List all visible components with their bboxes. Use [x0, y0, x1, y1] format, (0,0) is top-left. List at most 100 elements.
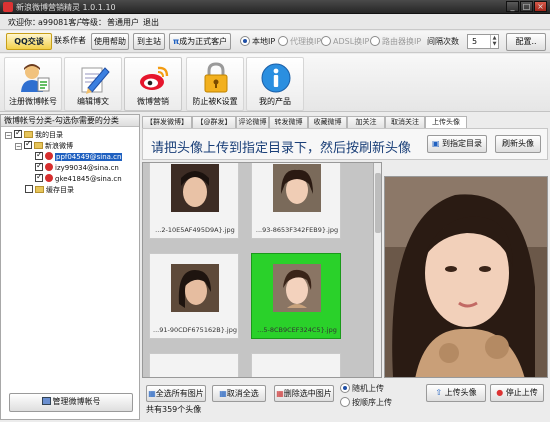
cancel-select-button[interactable]: ▦取消全选 [212, 385, 266, 402]
tab-mention-mass[interactable]: 【@群发】 [192, 116, 236, 128]
tab-comment[interactable]: 评论微博 [236, 116, 269, 128]
tool-my-products[interactable]: 我的产品 [246, 57, 304, 111]
radio-router-ip-label: 路由器换IP [382, 37, 422, 46]
stop-upload-label: 停止上传 [505, 388, 538, 397]
logout-link[interactable]: 退出 [143, 17, 159, 28]
root-checkbox[interactable] [14, 128, 22, 138]
avatar-filename: ...91-90CDF675162B}.jpg [153, 326, 237, 334]
window-title: 新浪微博营销精灵 1.0.1.10 [16, 3, 116, 12]
select-all-label: 全选所有图片 [155, 389, 204, 398]
tab-follow[interactable]: 加关注 [347, 116, 385, 128]
avatar-thumb[interactable] [251, 353, 341, 377]
radio-ordered-upload[interactable] [340, 397, 350, 407]
avatar-filename: ...93-8653F342FEB9}.jpg [255, 226, 339, 234]
upload-icon: ⇧ [435, 388, 443, 397]
tool-register-account[interactable]: 注册微博帐号 [4, 57, 62, 111]
preview-photo [385, 177, 547, 377]
upload-avatar-label: 上传头像 [444, 388, 477, 397]
upgrade-button[interactable]: π成为正式客户 [169, 33, 231, 50]
tab-favorite[interactable]: 收藏微博 [308, 116, 347, 128]
radio-adsl-ip-label: ADSL换IP [333, 37, 370, 46]
tree-account[interactable]: gke41845@sina.cn [35, 172, 122, 184]
tree-group[interactable]: − 新浪微博 [15, 139, 73, 151]
tree-root[interactable]: − 我的目录 [5, 128, 63, 140]
interval-label: 间隔次数 [427, 37, 459, 46]
collapse-toggle-icon[interactable]: − [5, 132, 12, 139]
tool-anti-block[interactable]: 防止被K设置 [186, 57, 244, 111]
delete-selected-button[interactable]: ▦删除选中图片 [274, 385, 334, 402]
account-checkbox[interactable] [35, 172, 43, 182]
avatar-preview [384, 176, 548, 378]
avatar-thumb-selected[interactable]: ...5-8CB9CEF324C5}.jpg [251, 253, 341, 339]
avatar-thumb[interactable]: ...91-90CDF675162B}.jpg [149, 253, 239, 339]
tool-weibo-marketing[interactable]: 微博营销 [124, 57, 182, 111]
gallery-scrollbar[interactable] [373, 163, 381, 377]
avatar-photo [171, 264, 219, 312]
account-checkbox[interactable] [35, 150, 43, 160]
tab-mass-post[interactable]: 【群发微博】 [142, 116, 192, 128]
upload-avatar-button[interactable]: ⇧ 上传头像 [426, 384, 486, 402]
help-button[interactable]: 使用帮助 [91, 33, 129, 50]
select-all-icon: ▦ [148, 389, 156, 398]
avatar-thumb[interactable]: ...93-8653F342FEB9}.jpg [251, 163, 341, 239]
edit-post-icon [81, 67, 110, 94]
maximize-button[interactable]: □ [520, 1, 533, 12]
folder-icon [34, 142, 43, 149]
tool-edit-label: 编辑博文 [77, 97, 109, 106]
qq-chat-button[interactable]: QQ交谈 [6, 33, 52, 50]
weibo-account-icon [45, 152, 53, 160]
ordered-upload-label: 按顺序上传 [352, 398, 392, 407]
config-button[interactable]: 配置.. [506, 33, 546, 51]
tool-edit-post[interactable]: 编辑博文 [64, 57, 122, 111]
select-all-button[interactable]: ▦全选所有图片 [146, 385, 206, 402]
avatar-thumb[interactable]: ...2-10E5AF495D9A}.jpg [149, 163, 239, 239]
account-label: gke41845@sina.cn [55, 175, 122, 183]
account-tree-panel: 微博帐号分类-勾选你需要的分类 − 我的目录 − 新浪微博 ppf04549@sin… [0, 114, 140, 420]
tree-account[interactable]: ppf04549@sina.cn [35, 150, 123, 162]
avatar-photo [171, 164, 219, 212]
avatar-count: 共有359个头像 [146, 405, 202, 414]
open-directory-button[interactable]: ▣ 到指定目录 [427, 135, 487, 153]
tree-root-label: 我的目录 [35, 131, 63, 139]
manage-accounts-label: 管理微博帐号 [52, 397, 101, 406]
collapse-toggle-icon[interactable]: − [15, 143, 22, 150]
close-button[interactable]: × [534, 1, 547, 12]
tree-group-label: 新浪微博 [45, 142, 73, 150]
tree-account[interactable]: izy99034@sina.cn [35, 161, 119, 173]
tool-ribbon: 注册微博帐号 编辑博文 微博营销 防止被K设置 我的产品 [0, 54, 550, 112]
main-panel: 【群发微博】 【@群发】 评论微博 转发微博 收藏微博 加关注 取消关注 上传头… [142, 114, 548, 420]
tree-header: 微博帐号分类-勾选你需要的分类 [1, 115, 139, 127]
avatar-filename: ...5-8CB9CEF324C5}.jpg [257, 326, 337, 334]
stepper-arrows-icon[interactable]: ▲ ▼ [490, 35, 498, 48]
folder-link-icon: ▣ [431, 139, 440, 148]
user-status-bar: 欢迎你： a99081客户 等级： 普通用户 退出 [0, 14, 550, 30]
group-checkbox[interactable] [24, 139, 32, 149]
tree-cache[interactable]: 缓存目录 [25, 185, 74, 195]
avatar-thumb[interactable] [149, 353, 239, 377]
radio-local-ip-label: 本地IP [252, 37, 276, 46]
tab-upload-avatar[interactable]: 上传头像 [425, 116, 467, 128]
user-level: 普通用户 [107, 18, 139, 27]
app-body: 欢迎你： a99081客户 等级： 普通用户 退出 QQ交谈 联系作者 使用帮助… [0, 14, 550, 422]
radio-local-ip[interactable] [240, 36, 250, 46]
scrollbar-thumb[interactable] [375, 173, 381, 233]
avatar-filename: ...2-10E5AF495D9A}.jpg [155, 226, 235, 234]
stop-icon: ● [496, 388, 504, 397]
delete-selected-label: 删除选中图片 [283, 389, 332, 398]
radio-random-upload[interactable] [340, 383, 350, 393]
open-directory-label: 到指定目录 [442, 139, 483, 148]
tab-repost[interactable]: 转发微博 [269, 116, 308, 128]
contact-author-link[interactable]: 联系作者 [52, 33, 88, 50]
stop-upload-button[interactable]: ● 停止上传 [490, 384, 544, 402]
minimize-button[interactable]: _ [506, 1, 519, 12]
interval-stepper[interactable]: 5 ▲ ▼ [467, 34, 499, 49]
manage-accounts-button[interactable]: 管理微博帐号 [9, 393, 133, 412]
refresh-avatar-button[interactable]: 刷新头像 [495, 135, 541, 153]
random-upload-label: 随机上传 [352, 384, 384, 393]
account-checkbox[interactable] [35, 161, 43, 171]
home-site-button[interactable]: 到主站 [133, 33, 165, 50]
tab-unfollow[interactable]: 取消关注 [385, 116, 425, 128]
cache-checkbox[interactable] [25, 185, 33, 193]
app-icon [3, 2, 13, 12]
tool-products-label: 我的产品 [259, 97, 291, 106]
